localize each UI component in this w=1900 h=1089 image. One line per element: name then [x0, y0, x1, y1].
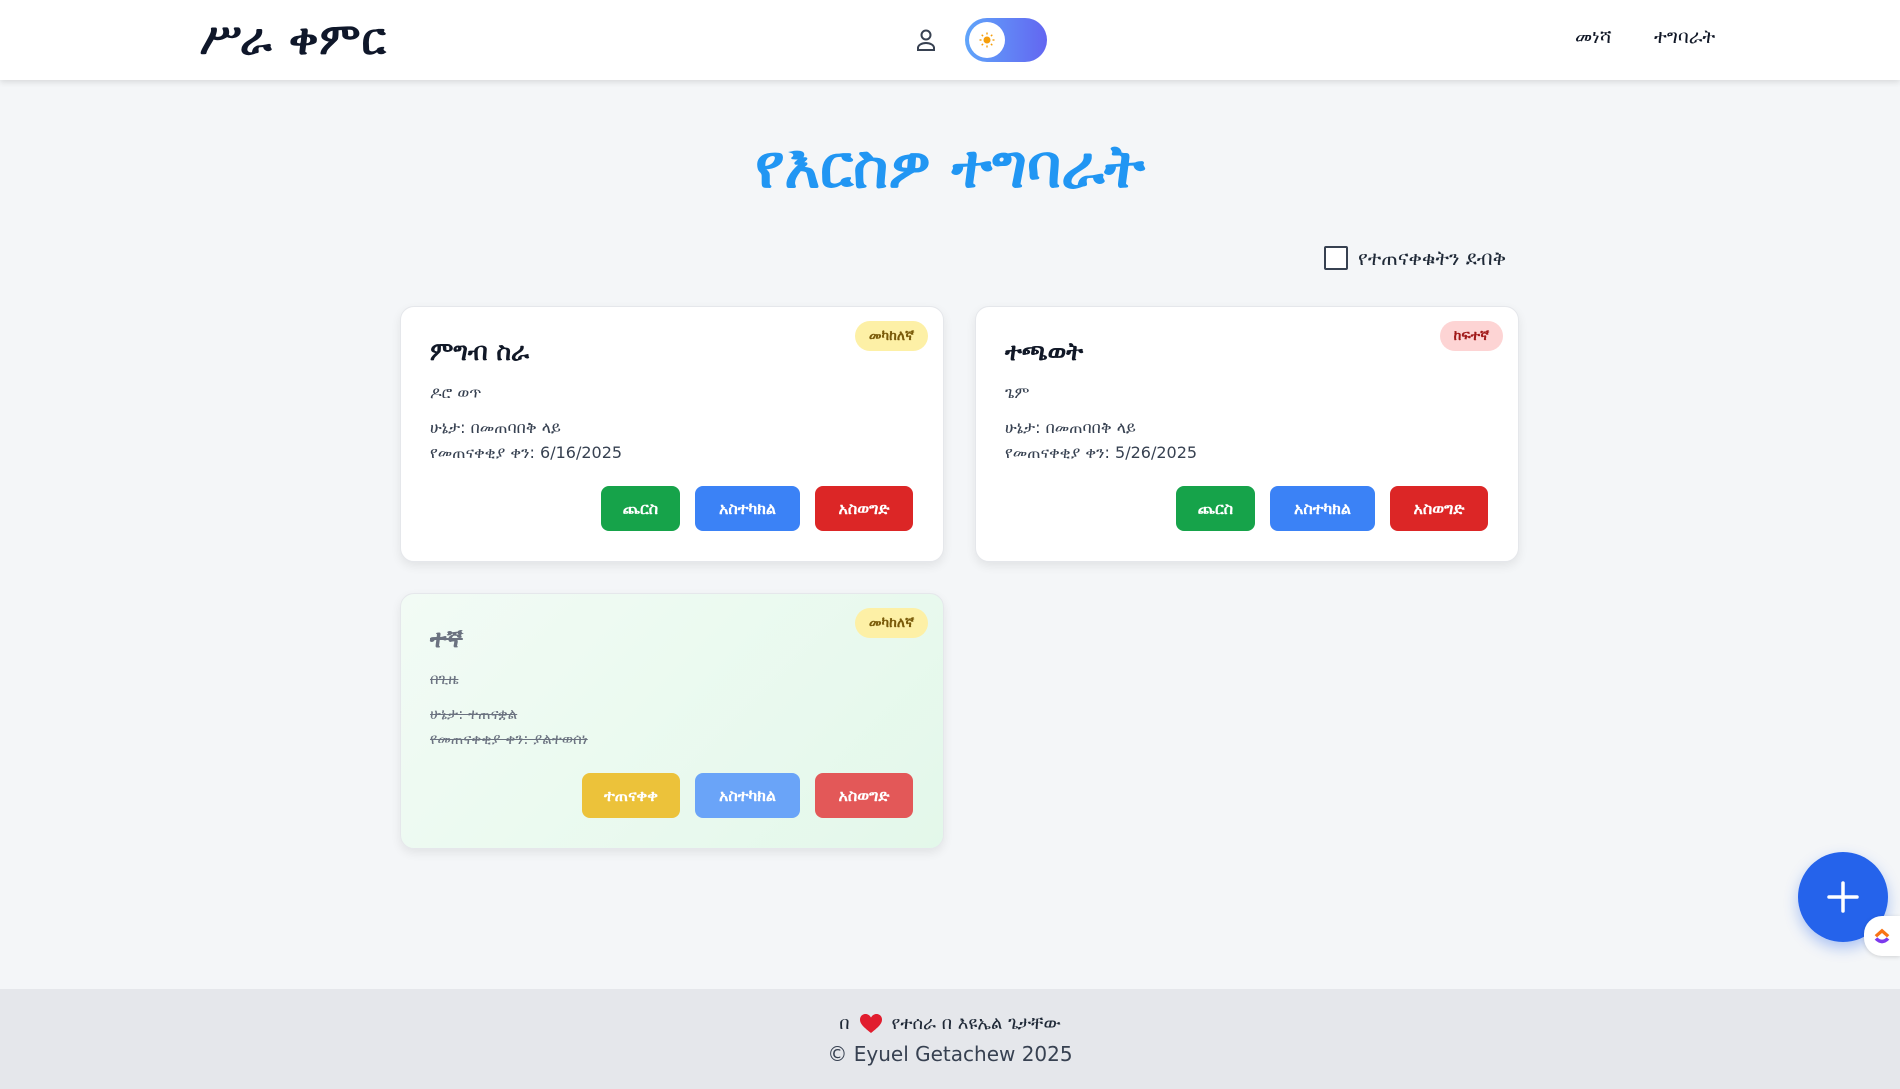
task-title: ምግብ ስራ — [430, 337, 530, 366]
task-actions: ጨርስ አስተካክል አስወግድ — [601, 486, 913, 531]
task-status: ሁኔታ: ተጠናቋል — [430, 705, 518, 723]
completed-toggle-button[interactable]: ተጠናቀቀ — [582, 773, 680, 818]
delete-button[interactable]: አስወግድ — [815, 773, 913, 818]
page-title: የእርስዎ ተግባራት — [755, 132, 1145, 202]
footer-copyright: © Eyuel Getachew 2025 — [827, 1042, 1073, 1066]
hide-completed-filter[interactable]: የተጠናቀቁትን ደብቅ — [1324, 244, 1506, 272]
footer-credit-prefix: በ — [839, 1013, 850, 1034]
theme-toggle[interactable] — [965, 18, 1047, 62]
task-description: ጌም — [1005, 383, 1030, 402]
task-due-date: የመጠናቀቂያ ቀን: 5/26/2025 — [1005, 443, 1198, 462]
footer: በ የተሰራ በ እዩኤል ጌታቸው © Eyuel Getachew 2025 — [0, 989, 1900, 1089]
sun-icon — [979, 32, 995, 48]
task-description: በጊዜ — [430, 670, 459, 688]
task-card-completed: መካከለኛ ተኛ በጊዜ ሁኔታ: ተጠናቋል የመጠናቀቂያ ቀን: ያልተወ… — [400, 593, 944, 849]
finish-button[interactable]: ጨርስ — [601, 486, 680, 531]
edit-button[interactable]: አስተካክል — [695, 486, 800, 531]
task-due-date: የመጠናቀቂያ ቀን: ያልተወሰነ — [430, 730, 588, 748]
task-title: ተኛ — [430, 624, 463, 653]
footer-credit: በ የተሰራ በ እዩኤል ጌታቸው — [0, 1013, 1900, 1034]
hide-completed-label: የተጠናቀቁትን ደብቅ — [1358, 246, 1507, 270]
priority-badge: መካከለኛ — [854, 321, 928, 351]
top-navbar: ሥራ ቀምር መነሻ ተግባራት — [0, 0, 1900, 80]
edit-button[interactable]: አስተካክል — [1270, 486, 1375, 531]
task-card: መካከለኛ ምግብ ስራ ዶሮ ወጥ ሁኔታ: በመጠባበቅ ላይ የመጠናቀቂ… — [400, 306, 944, 562]
task-status: ሁኔታ: በመጠባበቅ ላይ — [1005, 418, 1136, 437]
hide-completed-checkbox[interactable] — [1324, 246, 1348, 270]
heart-icon — [859, 1013, 882, 1033]
clickup-icon[interactable] — [1864, 916, 1900, 956]
priority-badge: መካከለኛ — [854, 608, 928, 638]
nav-home-link[interactable]: መነሻ — [1575, 26, 1612, 48]
task-status: ሁኔታ: በመጠባበቅ ላይ — [430, 418, 561, 437]
task-title: ተጫወት — [1005, 337, 1084, 366]
priority-badge: ከፍተኛ — [1439, 321, 1503, 351]
edit-button[interactable]: አስተካክል — [695, 773, 800, 818]
plus-icon — [1827, 881, 1859, 913]
task-actions: ጨርስ አስተካክል አስወግድ — [1176, 486, 1488, 531]
task-due-date: የመጠናቀቂያ ቀን: 6/16/2025 — [430, 443, 623, 462]
nav-tasks-link[interactable]: ተግባራት — [1654, 26, 1715, 48]
app-logo[interactable]: ሥራ ቀምር — [200, 14, 387, 65]
task-description: ዶሮ ወጥ — [430, 383, 482, 402]
delete-button[interactable]: አስወግድ — [815, 486, 913, 531]
task-actions: ተጠናቀቀ አስተካክል አስወግድ — [582, 773, 913, 818]
delete-button[interactable]: አስወግድ — [1390, 486, 1488, 531]
toggle-knob — [969, 22, 1005, 58]
user-icon[interactable] — [915, 28, 937, 52]
task-card: ከፍተኛ ተጫወት ጌም ሁኔታ: በመጠባበቅ ላይ የመጠናቀቂያ ቀን: … — [975, 306, 1519, 562]
finish-button[interactable]: ጨርስ — [1176, 486, 1255, 531]
footer-credit-suffix: የተሰራ በ እዩኤል ጌታቸው — [891, 1013, 1061, 1034]
